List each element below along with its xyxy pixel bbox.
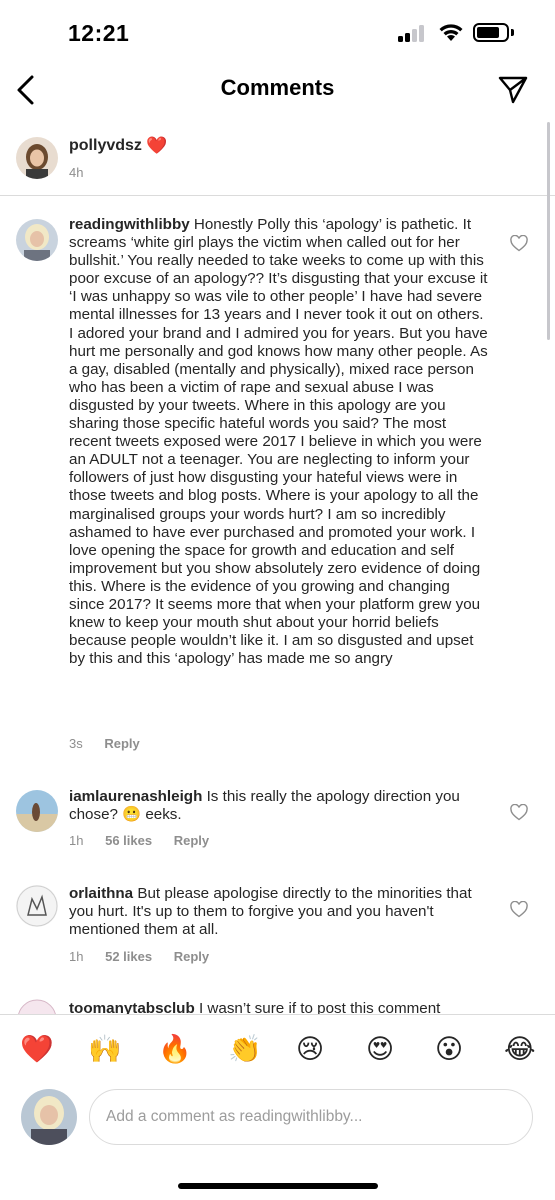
comment-timestamp: 3s	[69, 736, 83, 751]
status-time: 12:21	[68, 20, 130, 46]
heart-icon[interactable]	[510, 804, 528, 821]
comment-meta: 3s Reply	[69, 736, 158, 751]
reply-button[interactable]: Reply	[174, 949, 209, 964]
avatar[interactable]	[21, 1089, 77, 1145]
comment-body: Honestly Polly this ‘apology’ is patheti…	[69, 216, 488, 668]
avatar[interactable]	[16, 885, 58, 927]
home-indicator[interactable]	[178, 1183, 378, 1189]
emoji-laughing-button[interactable]: 😂	[504, 1032, 536, 1066]
caption-timestamp: 4h	[69, 165, 84, 180]
heart-icon[interactable]	[510, 901, 528, 918]
battery-icon	[473, 23, 509, 42]
status-bar: 12:21	[0, 0, 555, 64]
heart-icon[interactable]	[510, 235, 528, 252]
cellular-signal-icon	[398, 24, 428, 42]
heart-emoji: ❤️	[146, 136, 168, 155]
comment-text: orlaithna But please apologise directly …	[69, 885, 489, 939]
emoji-heart-eyes-button[interactable]: 😍	[366, 1032, 394, 1066]
emoji-crying-button[interactable]: 😢	[296, 1032, 324, 1066]
comment-meta: 1h 56 likes Reply	[69, 833, 227, 848]
likes-count[interactable]: 52 likes	[105, 949, 152, 964]
emoji-fire-button[interactable]: 🔥	[158, 1032, 192, 1066]
wifi-icon	[439, 24, 463, 41]
send-direct-button[interactable]	[497, 75, 529, 105]
comment-text: readingwithlibby Honestly Polly this ‘ap…	[69, 216, 489, 668]
comment-meta: 1h 52 likes Reply	[69, 949, 227, 964]
comment-input-row	[0, 1086, 555, 1156]
emoji-surprised-button[interactable]: 😮	[435, 1032, 463, 1066]
comment-text: iamlaurenashleigh Is this really the apo…	[69, 788, 489, 824]
nav-bar: Comments	[0, 64, 555, 116]
emoji-quick-bar: ❤️ 🙌 🔥 👏 😢 😍 😮 😂	[0, 1014, 555, 1086]
comment-timestamp: 1h	[69, 949, 84, 964]
post-caption: pollyvdsz ❤️ 4h	[0, 120, 555, 196]
comment-username[interactable]: orlaithna	[69, 885, 133, 902]
caption-username[interactable]: pollyvdsz	[69, 137, 142, 155]
avatar[interactable]	[16, 790, 58, 832]
avatar[interactable]	[16, 137, 58, 179]
battery-cap	[511, 29, 514, 36]
comment-username[interactable]: readingwithlibby	[69, 216, 190, 233]
reply-button[interactable]: Reply	[104, 736, 139, 751]
likes-count[interactable]: 56 likes	[105, 833, 152, 848]
comment-username[interactable]: iamlaurenashleigh	[69, 788, 202, 805]
comment-input[interactable]	[89, 1089, 533, 1145]
page-title: Comments	[220, 75, 335, 100]
emoji-raised-hands-button[interactable]: 🙌	[88, 1032, 122, 1066]
comment-timestamp: 1h	[69, 833, 84, 848]
emoji-clap-button[interactable]: 👏	[228, 1032, 262, 1066]
reply-button[interactable]: Reply	[174, 833, 209, 848]
scrollbar[interactable]	[547, 122, 550, 340]
emoji-heart-button[interactable]: ❤️	[20, 1032, 54, 1066]
avatar[interactable]	[16, 219, 58, 261]
